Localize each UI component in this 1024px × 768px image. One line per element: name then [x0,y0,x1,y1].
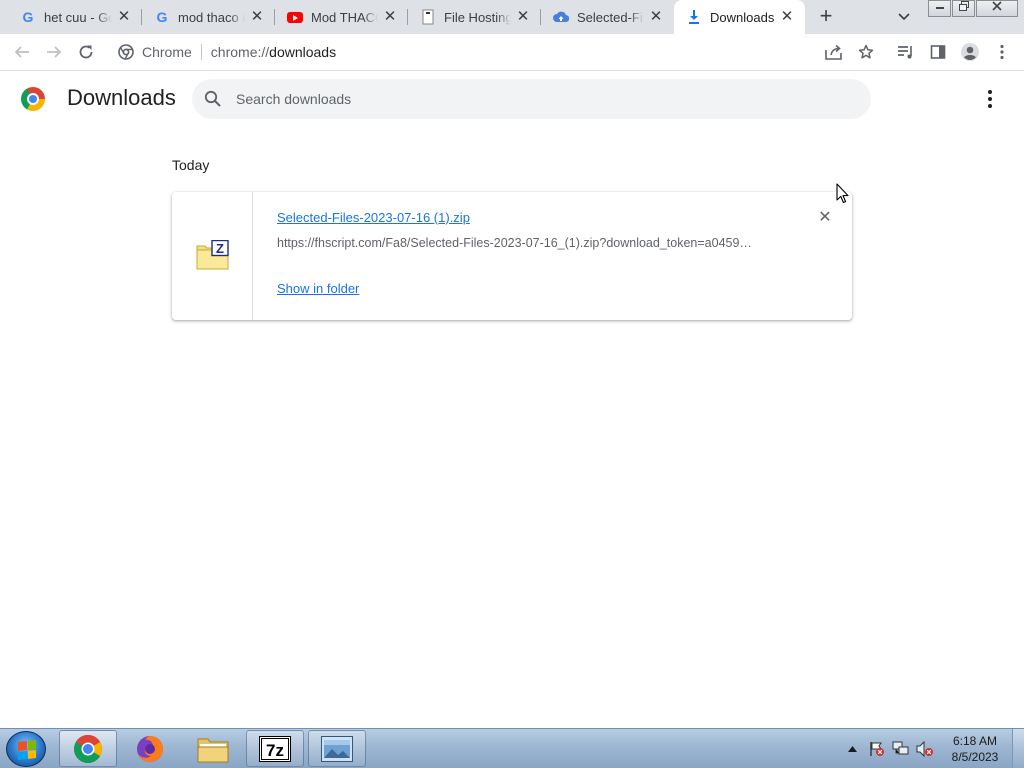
url-host: downloads [269,44,337,60]
firefox-icon [137,735,163,762]
download-icon-column: Z [172,192,253,320]
download-file-name-link[interactable]: Selected-Files-2023-07-16 (1).zip [277,210,470,225]
download-source-url: https://fhscript.com/Fa8/Selected-Files-… [277,236,752,250]
chrome-logo-icon [21,87,45,111]
tab-google-search-2[interactable]: G mod thaco mdm - Google Search ✕ [142,0,275,34]
tab-youtube[interactable]: Mod THACO ✕ [275,0,408,34]
mouse-cursor-icon [836,183,850,205]
browser-toolbar: Chrome chrome:// downloads [0,34,1024,71]
new-tab-button[interactable]: + [814,5,838,29]
omnibox-chip-label: Chrome [142,44,192,60]
volume-muted-icon[interactable] [913,741,937,757]
folder-icon [197,738,229,762]
clock-time: 6:18 AM [952,734,998,748]
taskbar-firefox[interactable] [121,730,179,767]
chrome-icon [74,734,102,763]
bookmark-star-icon[interactable] [854,40,878,64]
zip-file-icon: Z [196,239,229,270]
reload-icon[interactable] [74,40,98,64]
back-arrow-icon[interactable] [10,40,34,64]
image-viewer-icon [321,735,353,762]
taskbar-clock[interactable]: 6:18 AM 8/5/2023 [940,733,1010,765]
google-icon: G [22,9,34,25]
start-button[interactable] [6,731,46,767]
svg-text:Z: Z [216,241,224,256]
url-scheme: chrome:// [210,44,270,60]
7zip-icon: 7z [259,735,291,762]
address-bar[interactable]: Chrome chrome:// downloads [108,38,886,66]
forward-arrow-icon[interactable] [42,40,66,64]
date-header: Today [172,157,210,173]
page-title: Downloads [67,85,176,110]
minimize-button[interactable] [928,0,951,17]
show-desktop-button[interactable] [1012,729,1024,768]
close-tab-icon[interactable]: ✕ [779,9,795,25]
tab-title: Downloads [710,9,775,25]
tab-title: File Hosting [444,9,511,25]
search-downloads-bar[interactable] [192,79,871,119]
close-tab-icon[interactable]: ✕ [249,9,265,25]
search-downloads-input[interactable] [236,91,836,107]
close-tab-icon[interactable]: ✕ [515,9,531,25]
clock-date: 8/5/2023 [951,750,999,764]
svg-text:7z: 7z [266,741,284,760]
remove-download-icon[interactable]: ✕ [816,209,834,227]
system-tray [845,729,937,768]
download-item: Z Selected-Files-2023-07-16 (1).zip http… [172,192,852,320]
profile-avatar-icon[interactable] [958,40,982,64]
windows-taskbar: 7z 6:18 AM 8/5/2023 [0,728,1024,768]
page-more-actions-icon[interactable] [980,88,1000,110]
tab-title: het cuu - Google Search [44,9,112,25]
chrome-page-icon [118,44,134,60]
search-icon[interactable] [203,89,223,109]
taskbar-file-explorer[interactable] [184,730,242,767]
download-icon [686,9,702,25]
tab-google-search-1[interactable]: G het cuu - Google Search ✕ [8,0,142,34]
share-icon[interactable] [822,40,846,64]
tab-selected-files[interactable]: Selected-Files ✕ [541,0,674,34]
taskbar-7zip[interactable]: 7z [246,730,304,767]
omnibox-divider [200,44,202,60]
taskbar-window-preview[interactable] [308,730,366,767]
windows-logo-icon [18,740,36,760]
taskbar-chrome[interactable] [59,730,117,767]
tab-title: Selected-Files [577,9,644,25]
tab-strip: G het cuu - Google Search ✕ G mod thaco … [0,0,1024,34]
close-tab-icon[interactable]: ✕ [116,9,132,25]
file-hosting-icon [420,9,436,25]
action-center-flag-icon[interactable] [865,741,889,757]
google-icon: G [156,9,168,25]
media-control-icon[interactable] [894,40,918,64]
show-hidden-icons-icon[interactable] [845,746,859,752]
close-window-button[interactable] [976,0,1018,17]
tab-file-hosting[interactable]: File Hosting ✕ [408,0,541,34]
network-icon[interactable] [889,741,913,757]
tab-title: Mod THACO [311,9,378,25]
tab-search-chevron-icon[interactable] [895,8,913,26]
show-in-folder-link[interactable]: Show in folder [277,281,359,296]
youtube-icon [287,9,303,25]
tab-downloads[interactable]: Downloads ✕ [674,0,805,34]
cloud-icon [553,9,569,25]
close-tab-icon[interactable]: ✕ [382,9,398,25]
restore-button[interactable] [952,0,975,17]
side-panel-icon[interactable] [926,40,950,64]
tab-title: mod thaco mdm - Google Search [178,9,245,25]
close-tab-icon[interactable]: ✕ [648,9,664,25]
browser-menu-icon[interactable] [990,40,1014,64]
